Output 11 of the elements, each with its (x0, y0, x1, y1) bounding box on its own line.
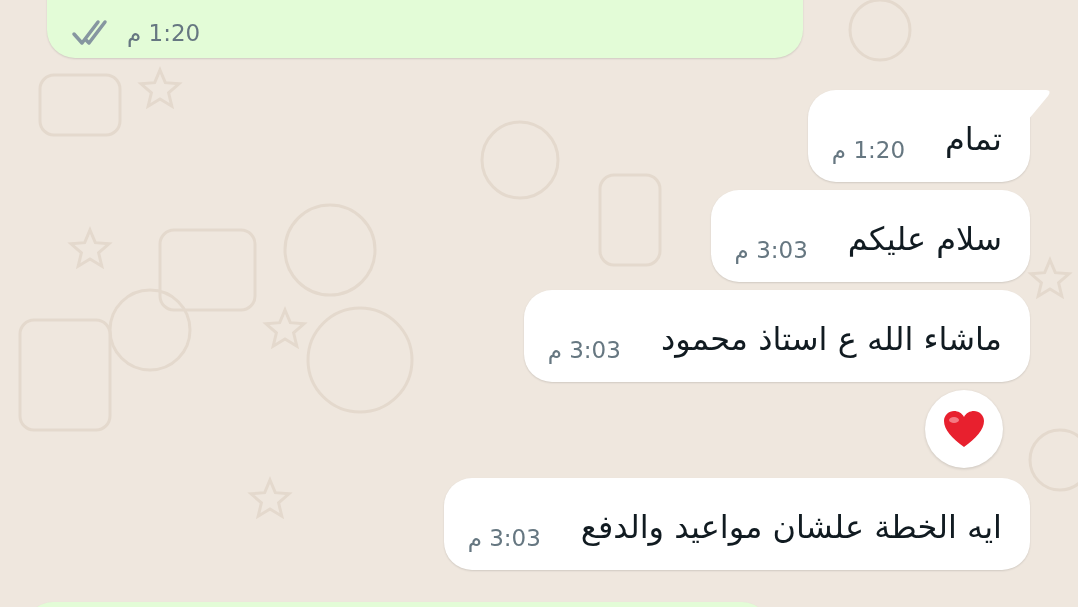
message-time: 3:03 م (547, 336, 621, 364)
message-time: 3:03 م (734, 236, 808, 264)
message-text: ايه الخطة علشان مواعيد والدفع (580, 507, 1002, 548)
heart-icon (942, 409, 986, 449)
message-time: 1:20 م (127, 19, 201, 47)
message-text: ماشاء الله ع استاذ محمود (660, 319, 1002, 360)
reaction-badge[interactable] (925, 390, 1003, 468)
message-text: سلام عليكم (847, 219, 1002, 260)
message-text: تمام (945, 119, 1002, 160)
message-time: 1:20 م (831, 136, 906, 164)
message-time: 3:03 م (467, 524, 541, 552)
